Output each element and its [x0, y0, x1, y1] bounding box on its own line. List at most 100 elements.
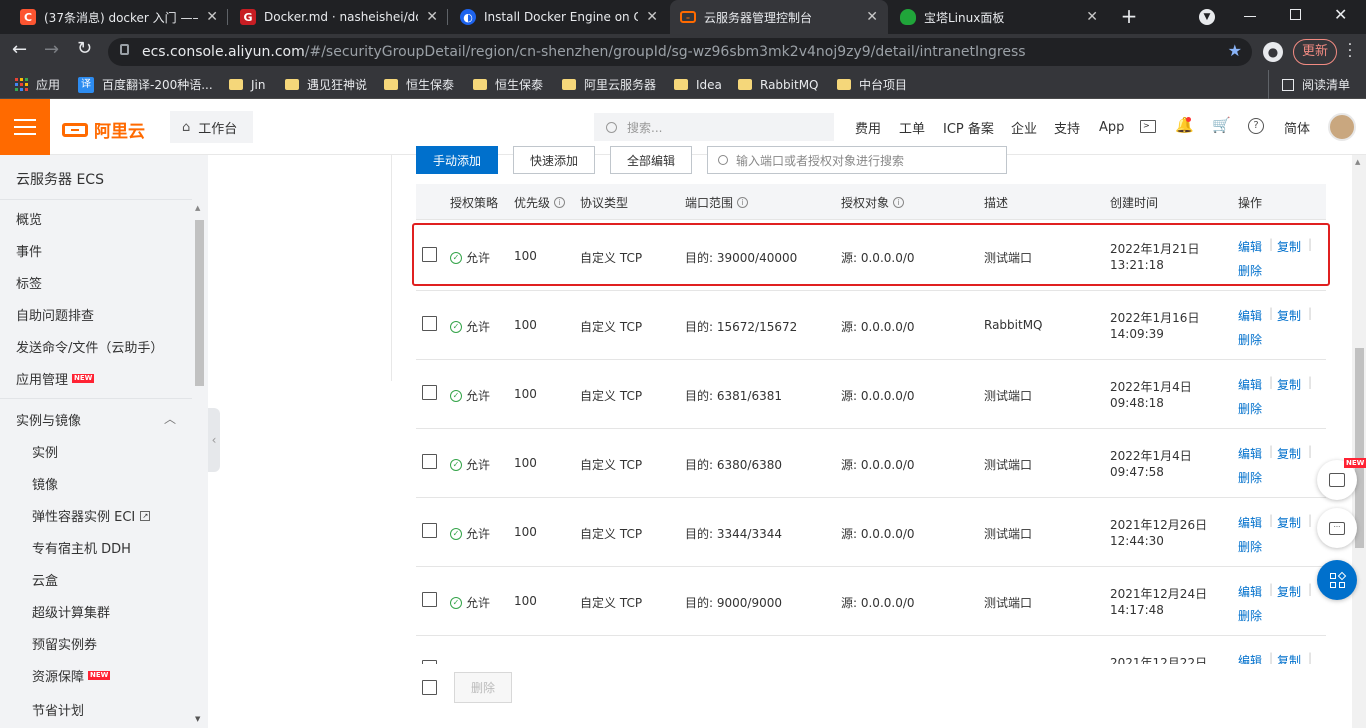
new-tab-icon[interactable]: + — [1118, 5, 1140, 27]
sidebar-item-events[interactable]: 事件 — [16, 241, 42, 260]
reading-list[interactable]: 阅读清单 — [1282, 70, 1350, 99]
bookmark-folder[interactable]: 恒生保泰 — [473, 70, 543, 99]
browser-tab-docker-docs[interactable]: ◐ Install Docker Engine on Ce ✕ — [450, 0, 668, 34]
close-icon[interactable]: ✕ — [1086, 9, 1098, 25]
row-checkbox[interactable] — [422, 316, 437, 331]
tab-search-icon[interactable]: ▼ — [1199, 9, 1215, 25]
bookmark-folder[interactable]: Idea — [674, 70, 722, 99]
batch-delete-button[interactable]: 删除 — [454, 672, 512, 703]
page-scrollbar[interactable]: ▲ — [1352, 155, 1366, 728]
scroll-up-icon[interactable]: ▲ — [195, 204, 200, 212]
close-icon[interactable]: ✕ — [646, 9, 658, 25]
edit-link[interactable]: 编辑 — [1238, 445, 1262, 462]
row-checkbox[interactable] — [422, 385, 437, 400]
row-checkbox[interactable] — [422, 592, 437, 607]
info-icon[interactable]: i — [554, 196, 566, 208]
hamburger-menu-icon[interactable] — [0, 99, 50, 155]
avatar[interactable] — [1328, 113, 1356, 141]
forward-icon[interactable]: → — [44, 39, 59, 60]
delete-link[interactable]: 删除 — [1238, 538, 1262, 555]
sidebar-item-reserved-instances[interactable]: 预留实例券 — [32, 634, 97, 653]
sidebar-item-app-management[interactable]: 应用管理 NEW — [16, 369, 95, 388]
chevron-up-icon[interactable]: ︿ — [164, 410, 176, 427]
update-button[interactable]: 更新 — [1293, 39, 1337, 65]
sidebar-item-savings-plan[interactable]: 节省计划 — [32, 700, 84, 719]
scroll-up-icon[interactable]: ▲ — [1355, 158, 1360, 166]
sidebar-item-images[interactable]: 镜像 — [32, 474, 58, 493]
restore-icon[interactable] — [1290, 9, 1301, 20]
sidebar-item-tags[interactable]: 标签 — [16, 273, 42, 292]
profile-icon[interactable]: ● — [1263, 42, 1283, 62]
row-checkbox[interactable] — [422, 454, 437, 469]
sidebar-scrollbar[interactable]: ▲ ▼ — [192, 202, 206, 728]
delete-link[interactable]: 删除 — [1238, 400, 1262, 417]
copy-link[interactable]: 复制 — [1277, 307, 1301, 324]
bookmark-folder[interactable]: 遇见狂神说 — [285, 70, 367, 99]
bookmark-star-icon[interactable]: ★ — [1228, 41, 1242, 60]
delete-link[interactable]: 删除 — [1238, 331, 1262, 348]
scroll-down-icon[interactable]: ▼ — [195, 715, 200, 723]
edit-link[interactable]: 编辑 — [1238, 583, 1262, 600]
chat-button[interactable]: ··· — [1317, 508, 1357, 548]
language-switch[interactable]: 简体 — [1284, 99, 1310, 155]
bookmark-folder[interactable]: 阿里云服务器 — [562, 70, 656, 99]
copy-link[interactable]: 复制 — [1277, 583, 1301, 600]
browser-tab-aliyun[interactable]: – 云服务器管理控制台 ✕ — [670, 0, 888, 34]
address-bar[interactable]: ecs.console.aliyun.com/#/securityGroupDe… — [108, 38, 1252, 66]
close-icon[interactable]: ✕ — [866, 9, 878, 25]
minimize-icon[interactable] — [1244, 16, 1256, 17]
browser-tab-bt[interactable]: 宝塔Linux面板 ✕ — [890, 0, 1108, 34]
info-icon[interactable]: i — [737, 196, 749, 208]
nav-enterprise[interactable]: 企业 — [1011, 99, 1037, 155]
browser-tab-gitee[interactable]: G Docker.md · nasheishei/do ✕ — [230, 0, 448, 34]
add-quick-button[interactable]: 快速添加 — [513, 146, 595, 174]
menu-kebab-icon[interactable]: · · · — [1345, 38, 1355, 64]
bookmark-baidu-translate[interactable]: 译 百度翻译-200种语... — [78, 70, 213, 99]
edit-link[interactable]: 编辑 — [1238, 514, 1262, 531]
browser-tab-csdn[interactable]: C (37条消息) docker 入门 —— ✕ — [10, 0, 228, 34]
copy-link[interactable]: 复制 — [1277, 445, 1301, 462]
cart-icon[interactable]: 🛒 — [1212, 116, 1231, 134]
sidebar-item-send-command[interactable]: 发送命令/文件（云助手） — [16, 337, 163, 356]
edit-link[interactable]: 编辑 — [1238, 307, 1262, 324]
cloud-shell-icon[interactable]: > — [1140, 120, 1156, 133]
copy-link[interactable]: 复制 — [1277, 514, 1301, 531]
sidebar-item-ddh[interactable]: 专有宿主机 DDH — [32, 538, 131, 557]
bookmark-folder[interactable]: 恒生保泰 — [384, 70, 454, 99]
sidebar-item-eci[interactable]: 弹性容器实例 ECI ↗ — [32, 506, 151, 525]
close-icon[interactable]: ✕ — [206, 9, 218, 25]
nav-support[interactable]: 支持 — [1054, 99, 1080, 155]
sidebar-collapse-handle[interactable]: ‹ — [208, 408, 220, 472]
console-search-input[interactable]: 搜索... — [594, 113, 834, 141]
edit-link[interactable]: 编辑 — [1238, 652, 1262, 664]
info-icon[interactable]: i — [893, 196, 905, 208]
close-icon[interactable]: ✕ — [426, 9, 438, 25]
sidebar-item-resource-assurance[interactable]: 资源保障 NEW — [32, 666, 111, 685]
sidebar-item-instances[interactable]: 实例 — [32, 442, 58, 461]
add-manual-button[interactable]: 手动添加 — [416, 146, 498, 174]
workbench-button[interactable]: ⌂ 工作台 — [170, 111, 253, 143]
delete-link[interactable]: 删除 — [1238, 469, 1262, 486]
rule-search-input[interactable]: 输入端口或者授权对象进行搜索 — [707, 146, 1007, 174]
window-close-icon[interactable]: ✕ — [1334, 5, 1347, 24]
sidebar-item-troubleshoot[interactable]: 自助问题排查 — [16, 305, 94, 324]
help-icon[interactable]: ? — [1248, 118, 1264, 134]
edit-all-button[interactable]: 全部编辑 — [610, 146, 692, 174]
nav-app[interactable]: App — [1099, 99, 1124, 155]
reload-icon[interactable]: ↻ — [77, 38, 92, 59]
apps-float-button[interactable] — [1317, 560, 1357, 600]
sidebar-item-supercomputing[interactable]: 超级计算集群 — [32, 602, 110, 621]
select-all-checkbox[interactable] — [422, 680, 437, 695]
sidebar-item-cloudbox[interactable]: 云盒 — [32, 570, 58, 589]
copy-link[interactable]: 复制 — [1277, 376, 1301, 393]
delete-link[interactable]: 删除 — [1238, 607, 1262, 624]
row-checkbox[interactable] — [422, 523, 437, 538]
sidebar-item-overview[interactable]: 概览 — [16, 209, 42, 228]
bookmark-folder[interactable]: 中台项目 — [837, 70, 907, 99]
back-icon[interactable]: ← — [12, 39, 27, 60]
bookmark-folder[interactable]: RabbitMQ — [738, 70, 819, 99]
bookmark-folder[interactable]: Jin — [229, 70, 265, 99]
edit-link[interactable]: 编辑 — [1238, 376, 1262, 393]
sidebar-section-instances-images[interactable]: 实例与镜像 — [16, 410, 81, 429]
bookmark-apps[interactable]: 应用 — [15, 70, 60, 99]
